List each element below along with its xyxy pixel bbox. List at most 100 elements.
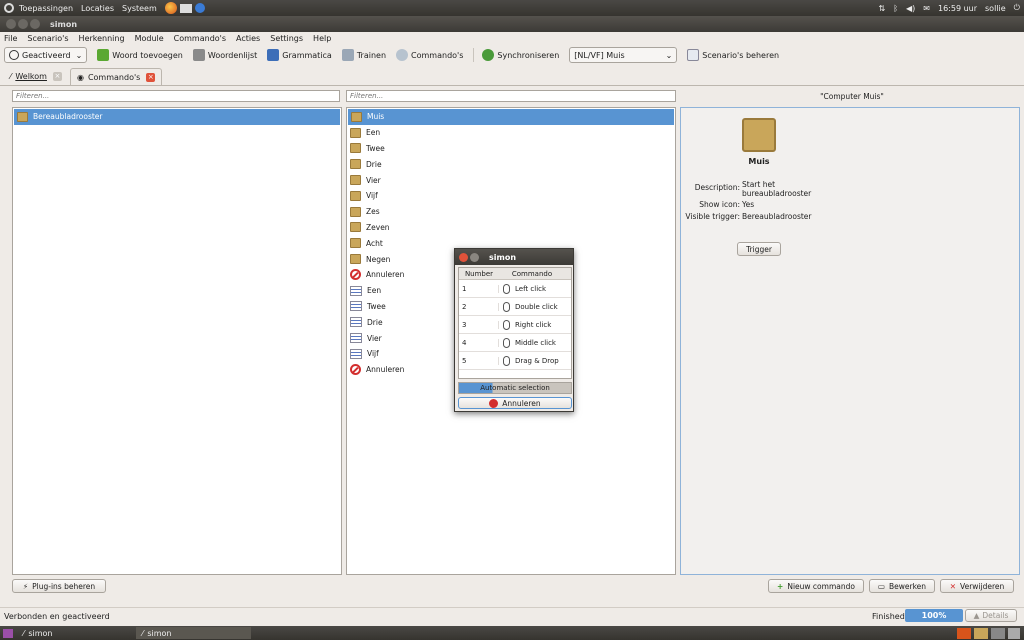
- menu-scenarios[interactable]: Scenario's: [27, 34, 68, 43]
- delete-button[interactable]: ✕ Verwijderen: [940, 579, 1014, 593]
- mouse-icon: [503, 337, 510, 348]
- chevron-down-icon: ⌄: [75, 50, 83, 60]
- list-item[interactable]: Bereaubladrooster: [14, 109, 340, 125]
- power-icon[interactable]: ⏻: [1014, 3, 1020, 13]
- list-item[interactable]: Vier: [347, 172, 675, 188]
- applications-menu[interactable]: Toepassingen: [4, 3, 73, 13]
- menu-settings[interactable]: Settings: [270, 34, 303, 43]
- tab-bar: ⁄ Welkom × ◉ Commando's ×: [0, 66, 1024, 86]
- tab-welkom[interactable]: ⁄ Welkom ×: [4, 68, 68, 85]
- sync-button[interactable]: Synchroniseren: [482, 47, 559, 63]
- volume-icon[interactable]: ◀): [906, 4, 915, 13]
- simon-icon: ⁄: [142, 628, 144, 638]
- clock[interactable]: 16:59 uur: [938, 4, 977, 13]
- details-button[interactable]: ▲ Details: [965, 609, 1017, 622]
- minimize-window-icon[interactable]: [18, 19, 28, 29]
- system-menu[interactable]: Systeem: [122, 4, 157, 13]
- scenario-filter-input[interactable]: [12, 90, 340, 102]
- table-row[interactable]: 3 Right click: [459, 316, 571, 334]
- tray-app-icon[interactable]: [991, 627, 1005, 639]
- table-row[interactable]: 5 Drag & Drop: [459, 352, 571, 370]
- train-button[interactable]: Trainen: [341, 47, 386, 63]
- taskbar-item-simon[interactable]: ⁄ simon: [17, 627, 132, 639]
- plus-icon: [97, 49, 110, 61]
- list-item[interactable]: Zeven: [347, 220, 675, 236]
- tray-app-icon[interactable]: [974, 627, 988, 639]
- command-selection-dialog: simon Number Commando 1 Left click 2 Doubl…: [454, 248, 574, 412]
- commands-icon: ◉: [76, 72, 84, 82]
- list-item[interactable]: Muis: [348, 109, 674, 125]
- cancel-button[interactable]: Annuleren: [458, 397, 572, 409]
- mail-icon[interactable]: [179, 3, 192, 13]
- folder-icon: [350, 222, 361, 233]
- mail-indicator-icon[interactable]: ✉: [923, 4, 930, 13]
- scenario-select[interactable]: [NL/VF] Muis ⌄: [569, 47, 678, 63]
- plugins-button[interactable]: ⚡ Plug-ins beheren: [12, 579, 106, 593]
- trigger-list[interactable]: Bereaubladrooster: [12, 107, 342, 575]
- scenarios-icon: [687, 49, 700, 61]
- trigger-button[interactable]: Trigger: [737, 242, 781, 256]
- new-command-button[interactable]: + Nieuw commando: [768, 579, 864, 593]
- close-tab-icon[interactable]: ×: [52, 72, 62, 81]
- list-item[interactable]: Drie: [347, 156, 675, 172]
- visible-trigger-label: Visible trigger:: [685, 212, 740, 221]
- table-row[interactable]: 1 Left click: [459, 280, 571, 298]
- menu-module[interactable]: Module: [135, 34, 164, 43]
- plug-icon: ⚡: [22, 581, 29, 591]
- window-title: simon: [50, 19, 78, 29]
- table-row[interactable]: 4 Middle click: [459, 334, 571, 352]
- edit-button[interactable]: ▭ Bewerken: [869, 579, 935, 593]
- tray-app-icon[interactable]: [957, 627, 971, 639]
- menu-help[interactable]: Help: [313, 34, 331, 43]
- wordlist-button[interactable]: Woordenlijst: [192, 47, 257, 63]
- help-icon[interactable]: [194, 3, 205, 13]
- list-icon: [350, 285, 362, 296]
- folder-icon: [350, 254, 361, 265]
- list-icon: [350, 348, 362, 359]
- up-arrow-icon: ▲: [973, 611, 980, 620]
- minimize-dialog-icon[interactable]: [470, 252, 479, 262]
- mouse-icon: [503, 301, 510, 312]
- maximize-window-icon[interactable]: [30, 19, 40, 29]
- list-item[interactable]: Vijf: [347, 188, 675, 204]
- trash-icon[interactable]: [1008, 627, 1020, 639]
- command-details-panel: Muis Description: Start het bureaubladro…: [680, 107, 1020, 575]
- commands-button[interactable]: Commando's: [396, 47, 463, 63]
- menu-acties[interactable]: Acties: [236, 34, 260, 43]
- user-menu[interactable]: sollie: [985, 4, 1006, 13]
- bluetooth-icon[interactable]: ᛒ: [893, 4, 898, 13]
- automatic-selection-progress: Automatic selection: [458, 382, 572, 394]
- places-menu[interactable]: Locaties: [81, 4, 114, 13]
- tab-commandos[interactable]: ◉ Commando's ×: [69, 68, 163, 85]
- menu-commandos[interactable]: Commando's: [174, 34, 226, 43]
- close-dialog-icon[interactable]: [459, 252, 468, 262]
- manage-scenarios-button[interactable]: Scenario's beheren: [687, 47, 779, 63]
- show-desktop-icon[interactable]: [3, 628, 13, 638]
- folder-icon: [350, 159, 361, 170]
- delete-icon: ✕: [949, 581, 957, 591]
- folder-icon: [350, 175, 361, 186]
- list-item[interactable]: Een: [347, 125, 675, 141]
- column-command[interactable]: Commando: [499, 270, 565, 278]
- firefox-icon[interactable]: [164, 2, 177, 14]
- close-tab-icon[interactable]: ×: [146, 72, 156, 82]
- menubar: File Scenario's Herkenning Module Comman…: [0, 32, 1024, 45]
- list-item[interactable]: Zes: [347, 204, 675, 220]
- status-bar: Verbonden en geactiveerd Finished: [0, 607, 1024, 625]
- list-item[interactable]: Twee: [347, 141, 675, 157]
- chevron-down-icon: ⌄: [665, 50, 673, 60]
- command-filter-input[interactable]: [346, 90, 676, 102]
- activation-dropdown[interactable]: Geactiveerd ⌄: [4, 47, 88, 63]
- close-window-icon[interactable]: [6, 19, 16, 29]
- menu-file[interactable]: File: [4, 34, 17, 43]
- add-word-button[interactable]: Woord toevoegen: [97, 47, 183, 63]
- menu-herkenning[interactable]: Herkenning: [79, 34, 125, 43]
- commands-icon: [396, 49, 409, 61]
- column-number[interactable]: Number: [459, 270, 499, 278]
- network-icon[interactable]: ⇅: [878, 4, 885, 13]
- table-row[interactable]: 2 Double click: [459, 298, 571, 316]
- grammar-button[interactable]: Grammatica: [267, 47, 332, 63]
- mouse-icon: [503, 283, 510, 294]
- taskbar-item-simon-active[interactable]: ⁄ simon: [136, 627, 251, 639]
- mouse-icon: [503, 355, 510, 366]
